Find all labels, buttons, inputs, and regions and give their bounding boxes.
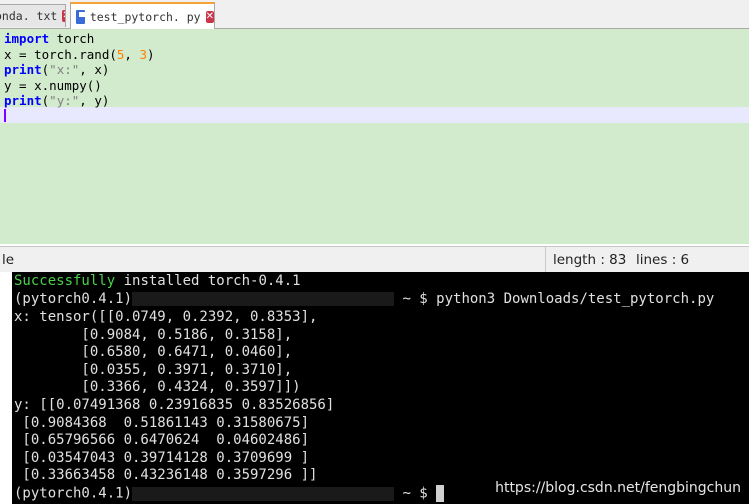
output-line: [0.9084368 0.51861143 0.31580675] <box>14 414 310 431</box>
output-line: [0.6580, 0.6471, 0.0460], <box>14 344 293 361</box>
output-line: [0.9084, 0.5186, 0.3158], <box>14 326 293 343</box>
code-line: x = torch.rand(5, 3) <box>4 47 155 63</box>
code-line: y = x.numpy() <box>4 78 102 94</box>
install-success-line: Successfully installed torch-0.4.1 <box>14 273 301 291</box>
output-line: [0.3366, 0.4324, 0.3597]]) <box>14 379 301 396</box>
success-word: Successfully <box>14 273 116 289</box>
code-token: , x) <box>79 62 110 77</box>
terminal-cursor <box>436 485 445 502</box>
tab-test-pytorch[interactable]: test_pytorch. py ✕ <box>70 2 215 29</box>
redacted-hostname <box>132 486 395 501</box>
code-token: , y) <box>79 93 110 108</box>
editor-window: onda. txt ✕ test_pytorch. py ✕ import to… <box>0 0 749 273</box>
output-line: [0.0355, 0.3971, 0.3710], <box>14 361 293 378</box>
status-language: le <box>2 252 15 268</box>
code-token: print <box>4 62 42 77</box>
prompt-command: ~ $ python3 Downloads/test_pytorch.py <box>394 291 715 307</box>
prompt-env: (pytorch0.4.1) <box>14 485 133 502</box>
tab-label: onda. txt <box>0 9 58 23</box>
prompt-env: (pytorch0.4.1) <box>14 291 133 307</box>
output-line: y: [[0.07491368 0.23916835 0.83526856] <box>14 397 335 413</box>
prompt-line: (pytorch0.4.1) ~ $ python3 Downloads/tes… <box>14 291 714 309</box>
status-length: length : 83 <box>553 252 627 268</box>
status-lines: lines : 6 <box>636 252 690 268</box>
status-divider <box>545 247 546 273</box>
code-line: print("y:", y) <box>4 93 109 109</box>
code-editor[interactable]: import torch x = torch.rand(5, 3) print("x… <box>0 29 749 244</box>
close-icon[interactable]: ✕ <box>62 10 65 22</box>
status-bar: le length : 83 lines : 6 <box>0 246 749 273</box>
code-token: , <box>124 46 140 62</box>
prompt-tail: ~ $ <box>394 485 437 502</box>
text-caret <box>4 109 6 122</box>
output-line: [0.03547043 0.39714128 0.3709699 ] <box>14 449 310 466</box>
code-token: x = torch.rand( <box>4 46 117 62</box>
code-token: print <box>4 93 42 108</box>
tab-bar: onda. txt ✕ test_pytorch. py ✕ <box>0 0 749 29</box>
close-icon[interactable]: ✕ <box>205 10 214 23</box>
terminal-left-border <box>0 272 12 504</box>
output-line: [0.33663458 0.43236148 0.3597296 ]] <box>14 467 318 484</box>
code-token: torch <box>49 31 95 46</box>
code-token: "x:" <box>49 62 80 77</box>
code-token: ) <box>147 46 155 62</box>
code-token: import <box>4 31 50 46</box>
code-token: "y:" <box>49 93 80 108</box>
terminal-window[interactable]: Successfully installed torch-0.4.1 (pyto… <box>0 272 749 504</box>
tab-label: test_pytorch. py <box>89 9 201 24</box>
watermark-text: https://blog.csdn.net/fengbingchun <box>495 480 741 497</box>
output-line: [0.65796566 0.6470624 0.04602486] <box>14 432 310 449</box>
success-rest: installed torch-0.4.1 <box>115 273 301 289</box>
code-token: 3 <box>139 46 148 62</box>
code-token: y = x.numpy() <box>4 77 102 93</box>
output-line: x: tensor([[0.0749, 0.2392, 0.8353], <box>14 309 318 325</box>
current-line-highlight <box>0 107 749 123</box>
redacted-hostname <box>132 292 395 306</box>
code-line: import torch <box>4 31 94 47</box>
code-line: print("x:", x) <box>4 62 109 78</box>
tab-onda-txt[interactable]: onda. txt ✕ <box>0 4 66 27</box>
prompt-line-current: (pytorch0.4.1) ~ $ <box>14 485 445 503</box>
save-file-icon <box>76 9 86 24</box>
